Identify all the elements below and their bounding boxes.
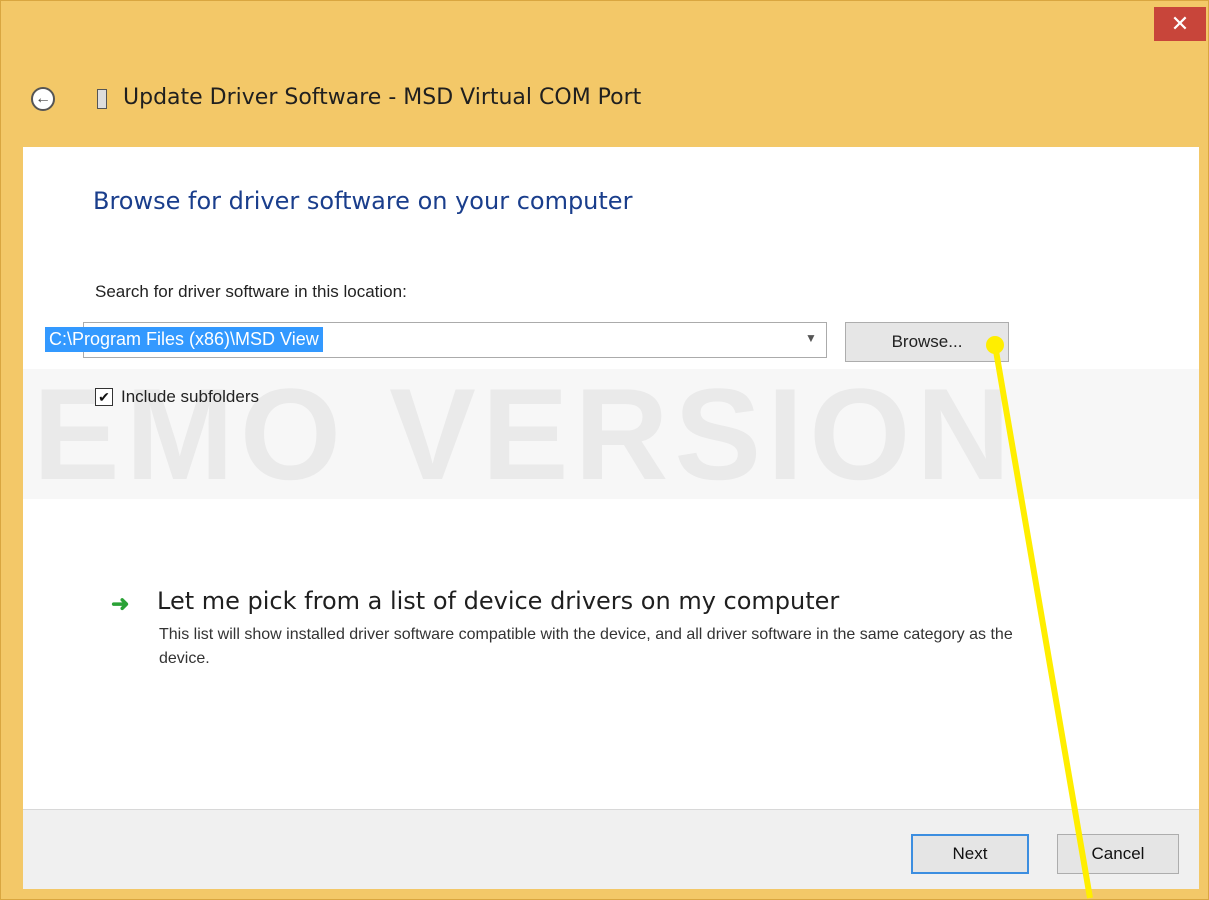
location-label: Search for driver software in this locat… (95, 282, 407, 301)
pick-from-list-title[interactable]: Let me pick from a list of device driver… (157, 587, 839, 615)
next-button[interactable]: Next (911, 834, 1029, 874)
include-subfolders-checkbox[interactable]: ✔ (95, 388, 113, 406)
content-panel: DEMO VERSION Browse for driver software … (23, 147, 1199, 809)
path-input-value[interactable]: C:\Program Files (x86)\MSD View (45, 327, 323, 352)
device-icon (97, 89, 107, 109)
page-heading: Browse for driver software on your compu… (93, 187, 633, 215)
green-arrow-icon: ➜ (111, 591, 130, 616)
close-button[interactable]: ✕ (1154, 7, 1206, 41)
dialog-window: ✕ ← Update Driver Software - MSD Virtual… (0, 0, 1209, 900)
pick-from-list-description: This list will show installed driver sof… (159, 626, 1013, 667)
window-title: Update Driver Software - MSD Virtual COM… (123, 85, 642, 110)
cancel-button[interactable]: Cancel (1057, 834, 1179, 874)
chevron-down-icon[interactable]: ▼ (804, 331, 818, 345)
browse-button[interactable]: Browse... (845, 322, 1009, 362)
include-subfolders-label[interactable]: Include subfolders (121, 387, 259, 407)
back-arrow-icon[interactable]: ← (31, 87, 55, 111)
footer-bar: Next Cancel (23, 809, 1199, 889)
